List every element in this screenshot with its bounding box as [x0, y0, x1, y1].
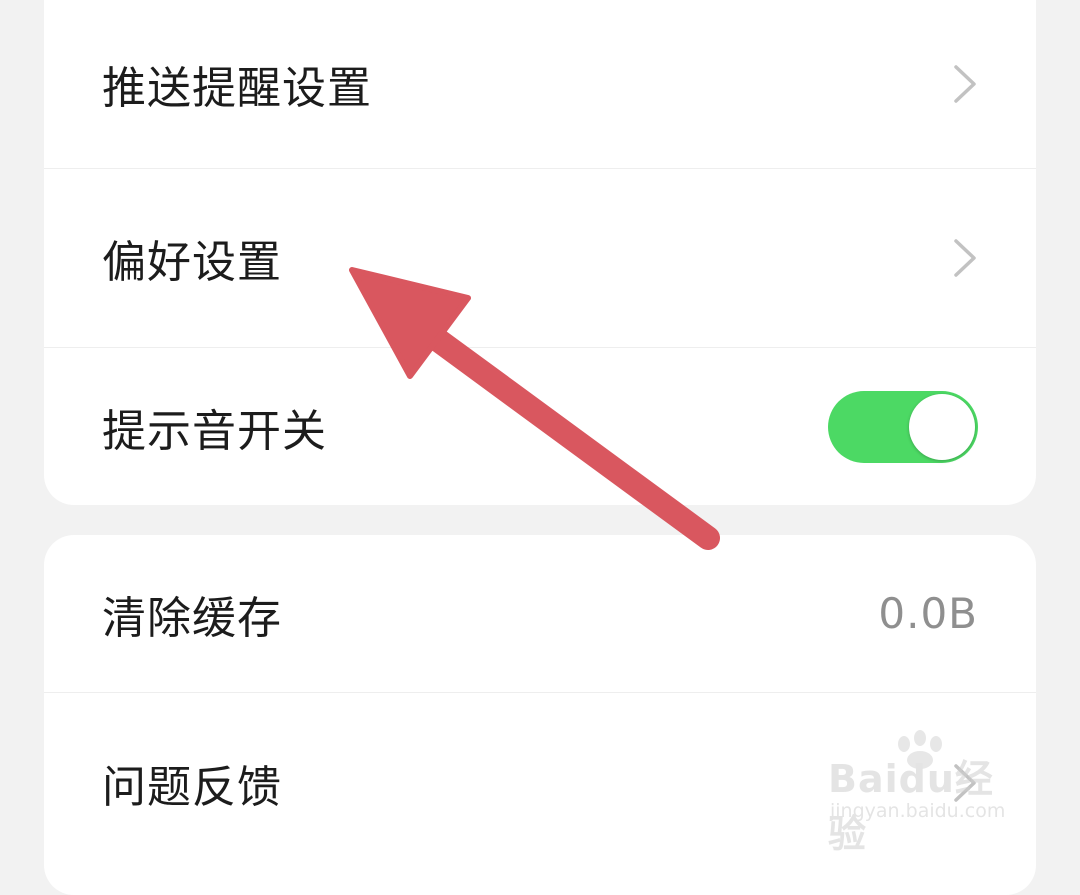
watermark-url: jingyan.baidu.com: [830, 800, 1006, 822]
notification-sound-toggle[interactable]: [828, 390, 978, 463]
push-reminder-settings-row[interactable]: 推送提醒设置: [44, 0, 1036, 168]
preference-settings-label: 偏好设置: [102, 237, 282, 288]
feedback-label: 问题反馈: [102, 762, 282, 813]
cache-size-value: 0.0B: [878, 589, 978, 638]
clear-cache-label: 清除缓存: [102, 592, 282, 644]
notification-sound-label: 提示音开关: [102, 405, 327, 457]
chevron-right-icon: [948, 236, 978, 280]
push-reminder-settings-label: 推送提醒设置: [102, 63, 372, 114]
chevron-right-icon: [948, 62, 978, 106]
clear-cache-row[interactable]: 清除缓存 0.0B: [44, 535, 1036, 692]
settings-card-primary: 推送提醒设置 偏好设置 提示音开关: [44, 0, 1036, 505]
toggle-knob: [909, 393, 975, 460]
baidu-watermark: Baidu经验 jingyan.baidu.com: [828, 730, 1028, 856]
preference-settings-row[interactable]: 偏好设置: [44, 169, 1036, 347]
notification-sound-row: 提示音开关: [44, 348, 1036, 505]
